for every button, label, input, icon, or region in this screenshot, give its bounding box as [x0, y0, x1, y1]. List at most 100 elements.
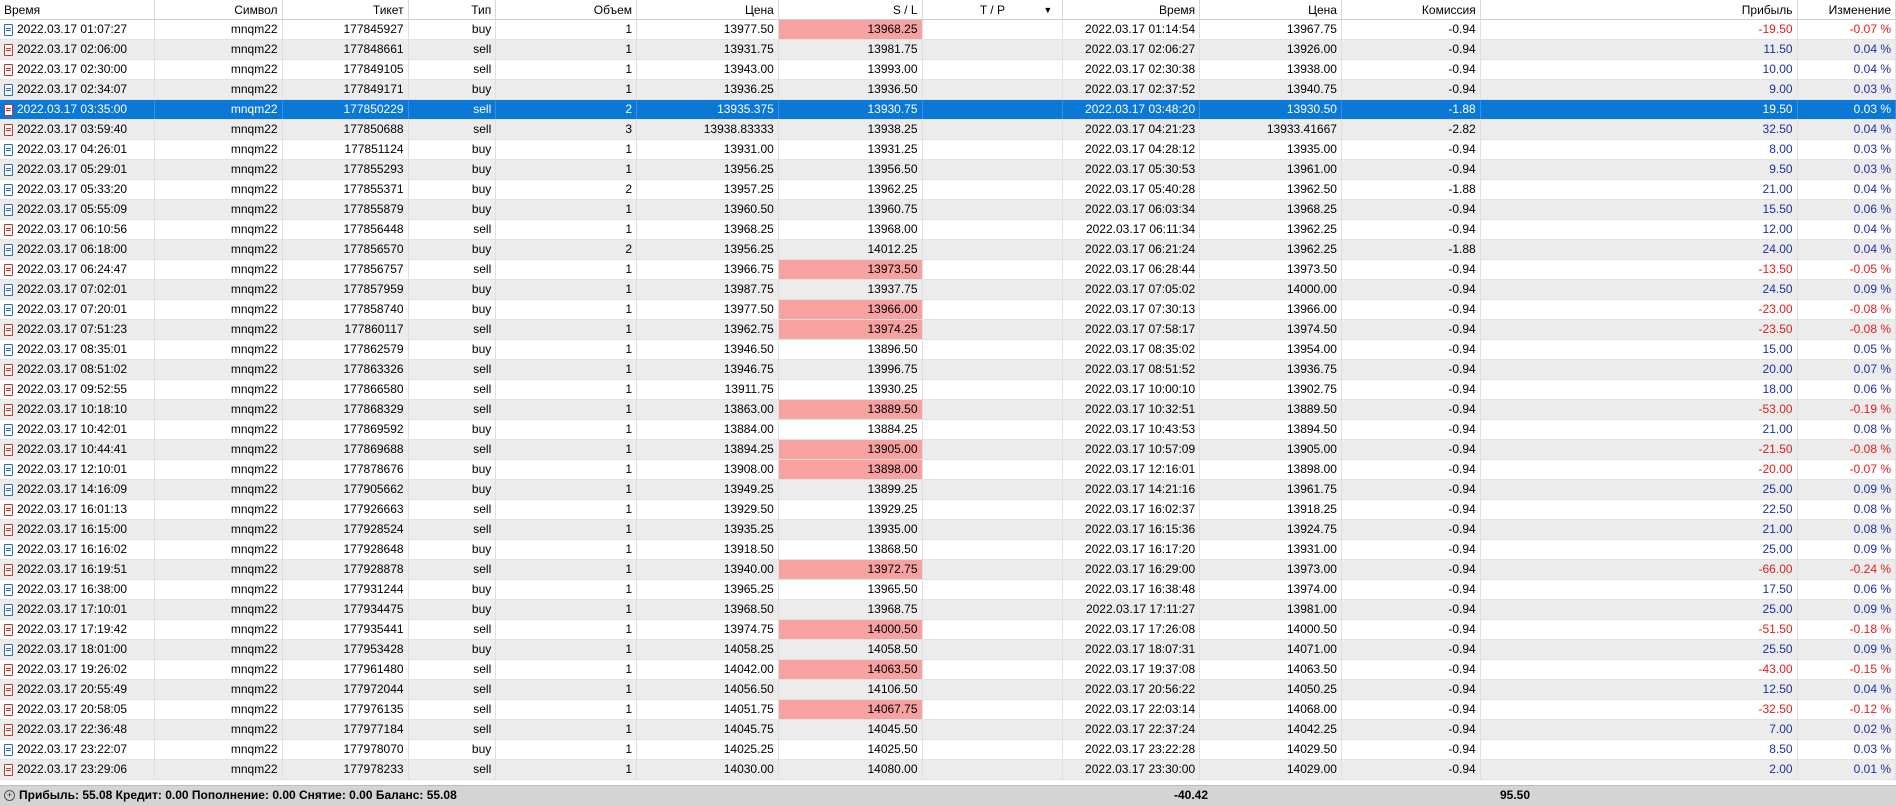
table-row[interactable]: 2022.03.17 17:10:01 mnqm22 177934475 buy 1 13… — [0, 600, 1896, 620]
table-row[interactable]: 2022.03.17 07:51:23 mnqm22 177860117 sell 1 1… — [0, 320, 1896, 340]
table-row[interactable]: 2022.03.17 18:01:00 mnqm22 177953428 buy 1 14… — [0, 640, 1896, 660]
table-row[interactable]: 2022.03.17 01:07:27 mnqm22 177845927 buy 1 13… — [0, 20, 1896, 40]
cell-take-profit — [923, 740, 1064, 759]
table-row[interactable]: 2022.03.17 09:52:55 mnqm22 177866580 sell 1 1… — [0, 380, 1896, 400]
table-row[interactable]: 2022.03.17 16:01:13 mnqm22 177926663 sell 1 1… — [0, 500, 1896, 520]
cell-commission: -0.94 — [1342, 540, 1481, 559]
cell-open-price: 13949.25 — [637, 480, 779, 499]
cell-commission: -0.94 — [1342, 220, 1481, 239]
cell-open-time: 2022.03.17 07:51:23 — [0, 320, 155, 339]
table-row[interactable]: 2022.03.17 19:26:02 mnqm22 177961480 sell 1 1… — [0, 660, 1896, 680]
col-close-time[interactable]: Время — [1063, 0, 1201, 20]
table-row[interactable]: 2022.03.17 10:18:10 mnqm22 177868329 sell 1 1… — [0, 400, 1896, 420]
open-time-text: 2022.03.17 12:10:01 — [17, 462, 128, 476]
table-row[interactable]: 2022.03.17 10:42:01 mnqm22 177869592 buy 1 13… — [0, 420, 1896, 440]
table-row[interactable]: 2022.03.17 08:51:02 mnqm22 177863326 sell 1 1… — [0, 360, 1896, 380]
table-row[interactable]: 2022.03.17 06:18:00 mnqm22 177856570 buy 2 13… — [0, 240, 1896, 260]
col-change[interactable]: Изменение — [1798, 0, 1896, 20]
table-row[interactable]: 2022.03.17 06:24:47 mnqm22 177856757 sell 1 1… — [0, 260, 1896, 280]
table-row[interactable]: 2022.03.17 07:20:01 mnqm22 177858740 buy 1 13… — [0, 300, 1896, 320]
cell-stop-loss: 13868.50 — [779, 540, 923, 559]
cell-volume: 1 — [496, 340, 638, 359]
table-row[interactable]: 2022.03.17 20:58:05 mnqm22 177976135 sell 1 1… — [0, 700, 1896, 720]
cell-volume: 1 — [496, 360, 638, 379]
cell-close-time: 2022.03.17 07:58:17 — [1063, 320, 1201, 339]
table-row[interactable]: 2022.03.17 23:22:07 mnqm22 177978070 buy 1 14… — [0, 740, 1896, 760]
cell-volume: 1 — [496, 720, 638, 739]
col-sl[interactable]: S / L — [779, 0, 923, 20]
cell-close-time: 2022.03.17 10:00:10 — [1063, 380, 1201, 399]
table-row[interactable]: 2022.03.17 04:26:01 mnqm22 177851124 buy 1 13… — [0, 140, 1896, 160]
table-row[interactable]: 2022.03.17 03:59:40 mnqm22 177850688 sell 3 1… — [0, 120, 1896, 140]
cell-type: buy — [409, 160, 497, 179]
table-row[interactable]: 2022.03.17 10:44:41 mnqm22 177869688 sell 1 1… — [0, 440, 1896, 460]
col-commission[interactable]: Комиссия — [1342, 0, 1481, 20]
cell-type: buy — [409, 640, 497, 659]
cell-change: 0.04 % — [1798, 680, 1896, 699]
table-row[interactable]: 2022.03.17 02:30:00 mnqm22 177849105 sell 1 1… — [0, 60, 1896, 80]
cell-type: sell — [409, 360, 497, 379]
table-row[interactable]: 2022.03.17 20:55:49 mnqm22 177972044 sell 1 1… — [0, 680, 1896, 700]
cell-change: -0.18 % — [1798, 620, 1896, 639]
cell-stop-loss: 14000.50 — [778, 620, 923, 639]
table-row[interactable]: 2022.03.17 23:29:06 mnqm22 177978233 sell 1 1… — [0, 760, 1896, 780]
cell-ticket: 177849105 — [283, 60, 409, 79]
cell-ticket: 177926663 — [283, 500, 409, 519]
sell-deal-icon — [4, 223, 13, 236]
cell-ticket: 177845927 — [283, 20, 409, 39]
table-row[interactable]: 2022.03.17 05:29:01 mnqm22 177855293 buy 1 13… — [0, 160, 1896, 180]
cell-open-time: 2022.03.17 19:26:02 — [0, 660, 155, 679]
col-tp[interactable]: T / P ▼ — [923, 0, 1064, 20]
col-open-time[interactable]: Время — [0, 0, 155, 20]
cell-commission: -1.88 — [1342, 180, 1481, 199]
cell-stop-loss: 13898.00 — [778, 460, 923, 479]
table-row[interactable]: 2022.03.17 17:19:42 mnqm22 177935441 sell 1 1… — [0, 620, 1896, 640]
cell-profit: 20.00 — [1481, 360, 1798, 379]
cell-commission: -0.94 — [1342, 480, 1481, 499]
cell-close-price: 13936.75 — [1200, 360, 1342, 379]
sort-down-arrow-icon[interactable]: ▼ — [1043, 0, 1052, 20]
cell-stop-loss: 14106.50 — [779, 680, 923, 699]
cell-close-time: 2022.03.17 06:03:34 — [1063, 200, 1201, 219]
cell-open-time: 2022.03.17 02:06:00 — [0, 40, 155, 59]
col-ticket[interactable]: Тикет — [283, 0, 409, 20]
cell-take-profit — [923, 640, 1064, 659]
trade-history-grid[interactable]: Время Символ Тикет Тип Объем Цена S / L … — [0, 0, 1896, 805]
table-row[interactable]: 2022.03.17 03:35:00 mnqm22 177850229 sell 2 1… — [0, 100, 1896, 120]
table-row[interactable]: 2022.03.17 06:10:56 mnqm22 177856448 sell 1 1… — [0, 220, 1896, 240]
col-open-price[interactable]: Цена — [637, 0, 779, 20]
table-row[interactable]: 2022.03.17 02:06:00 mnqm22 177848661 sell 1 1… — [0, 40, 1896, 60]
cell-close-time: 2022.03.17 02:37:52 — [1063, 80, 1201, 99]
cell-stop-loss: 13930.75 — [779, 100, 923, 119]
table-row[interactable]: 2022.03.17 16:15:00 mnqm22 177928524 sell 1 1… — [0, 520, 1896, 540]
cell-type: buy — [409, 280, 497, 299]
table-row[interactable]: 2022.03.17 12:10:01 mnqm22 177878676 buy 1 13… — [0, 460, 1896, 480]
col-profit[interactable]: Прибыль — [1481, 0, 1798, 20]
table-row[interactable]: 2022.03.17 07:02:01 mnqm22 177857959 buy 1 13… — [0, 280, 1896, 300]
cell-commission: -0.94 — [1342, 740, 1481, 759]
cell-stop-loss: 14067.75 — [778, 700, 923, 719]
table-row[interactable]: 2022.03.17 05:55:09 mnqm22 177855879 buy 1 13… — [0, 200, 1896, 220]
table-row[interactable]: 2022.03.17 14:16:09 mnqm22 177905662 buy 1 13… — [0, 480, 1896, 500]
cell-type: sell — [409, 440, 497, 459]
table-row[interactable]: 2022.03.17 08:35:01 mnqm22 177862579 buy 1 13… — [0, 340, 1896, 360]
table-row[interactable]: 2022.03.17 05:33:20 mnqm22 177855371 buy 2 13… — [0, 180, 1896, 200]
sell-deal-icon — [4, 443, 13, 456]
col-close-price[interactable]: Цена — [1200, 0, 1342, 20]
table-row[interactable]: 2022.03.17 16:19:51 mnqm22 177928878 sell 1 1… — [0, 560, 1896, 580]
table-row[interactable]: 2022.03.17 16:16:02 mnqm22 177928648 buy 1 13… — [0, 540, 1896, 560]
cell-symbol: mnqm22 — [155, 180, 283, 199]
cell-volume: 1 — [496, 660, 638, 679]
cell-stop-loss: 13981.75 — [779, 40, 923, 59]
col-volume[interactable]: Объем — [496, 0, 638, 20]
col-symbol[interactable]: Символ — [155, 0, 283, 20]
cell-close-price: 13967.75 — [1200, 20, 1342, 39]
table-row[interactable]: 2022.03.17 16:38:00 mnqm22 177931244 buy 1 13… — [0, 580, 1896, 600]
cell-open-time: 2022.03.17 06:18:00 — [0, 240, 155, 259]
table-row[interactable]: 2022.03.17 02:34:07 mnqm22 177849171 buy 1 13… — [0, 80, 1896, 100]
cell-close-price: 13974.50 — [1200, 320, 1342, 339]
cell-close-time: 2022.03.17 17:11:27 — [1063, 600, 1201, 619]
col-type[interactable]: Тип — [409, 0, 497, 20]
expand-plus-icon[interactable]: + — [4, 790, 15, 801]
table-row[interactable]: 2022.03.17 22:36:48 mnqm22 177977184 sell 1 1… — [0, 720, 1896, 740]
